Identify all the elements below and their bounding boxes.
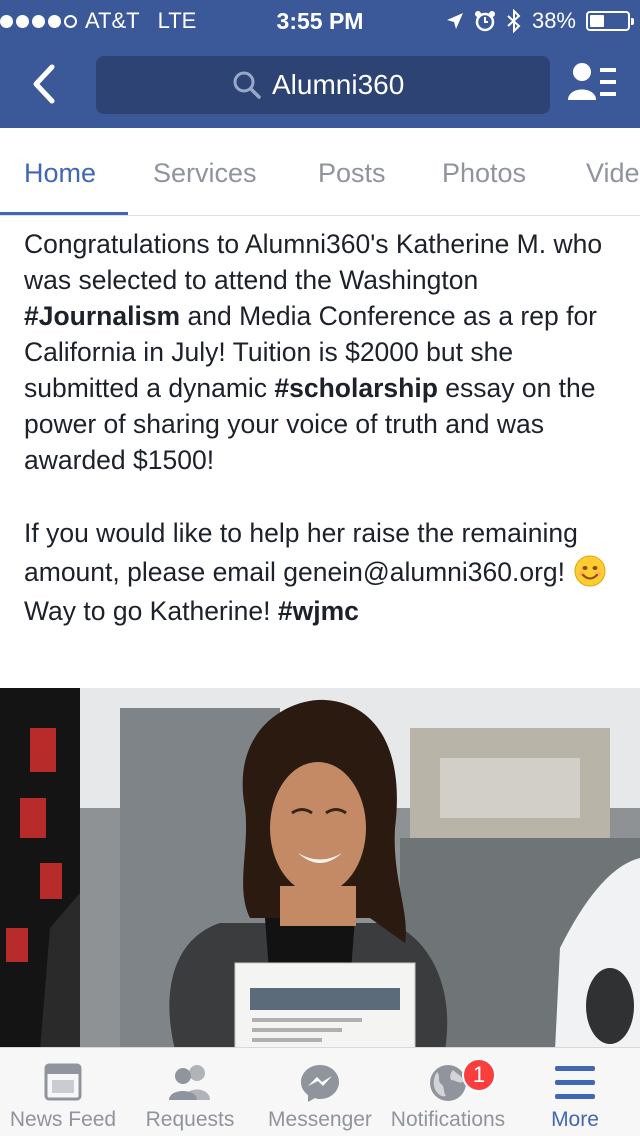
notifications-badge: 1 (462, 1058, 496, 1092)
messenger-icon (301, 1065, 339, 1102)
bottom-tab-bar: News Feed Requests Messenger 1 Notificat… (0, 1047, 640, 1136)
tab-home[interactable]: Home (24, 158, 96, 189)
more-label: More (551, 1108, 599, 1131)
nav-bar: Alumni360 (0, 40, 640, 128)
search-bar[interactable]: Alumni360 (96, 56, 550, 114)
post-text-segment: Congratulations to Alumni360's Katherine… (24, 229, 603, 295)
app-header: AT&T LTE 3:55 PM 38% Alumni360 (0, 0, 640, 128)
tab-posts[interactable]: Posts (318, 158, 386, 189)
page-tabs: Home Services Posts Photos Vide (0, 128, 640, 216)
profile-list-button[interactable] (566, 60, 618, 106)
news-feed-tab[interactable]: News Feed (0, 1048, 126, 1136)
search-icon (233, 71, 261, 99)
battery-icon (586, 11, 634, 31)
more-tab[interactable]: More (510, 1048, 640, 1136)
messenger-tab[interactable]: Messenger (254, 1048, 386, 1136)
friend-requests-icon (169, 1065, 210, 1100)
tab-photos[interactable]: Photos (442, 158, 526, 189)
post-text-segment: Way to go Katherine! (24, 596, 278, 626)
messenger-label: Messenger (268, 1108, 372, 1131)
profile-list-icon (568, 63, 616, 100)
location-arrow-icon (446, 13, 463, 29)
tab-services[interactable]: Services (153, 158, 257, 189)
post-text: Congratulations to Alumni360's Katherine… (24, 226, 624, 631)
back-button[interactable] (22, 62, 66, 106)
battery-percent: 38% (531, 8, 576, 33)
requests-label: Requests (145, 1108, 235, 1131)
tab-videos[interactable]: Vide (586, 158, 640, 189)
smiling-face-emoji (574, 555, 606, 587)
news-feed-icon (44, 1063, 82, 1101)
chevron-left-icon (33, 64, 55, 104)
requests-tab[interactable]: Requests (126, 1048, 254, 1136)
post-text-segment: If you would like to help her raise the … (24, 518, 578, 587)
status-bar: AT&T LTE 3:55 PM 38% (0, 0, 640, 40)
notifications-tab[interactable]: 1 Notifications (386, 1048, 510, 1136)
bluetooth-icon (507, 9, 521, 33)
notifications-label: Notifications (390, 1108, 506, 1131)
active-tab-indicator (0, 212, 128, 215)
post-paragraph-2: If you would like to help her raise the … (24, 514, 624, 631)
hashtag-journalism[interactable]: #Journalism (24, 301, 180, 331)
news-feed-label: News Feed (9, 1108, 117, 1131)
hashtag-scholarship[interactable]: #scholarship (274, 373, 437, 403)
search-input[interactable]: Alumni360 (272, 69, 404, 101)
post-photo[interactable] (0, 688, 640, 1050)
photo-image (0, 688, 640, 1050)
post-paragraph-1: Congratulations to Alumni360's Katherine… (24, 226, 624, 478)
hashtag-wjmc[interactable]: #wjmc (278, 596, 359, 626)
alarm-clock-icon (474, 11, 495, 32)
menu-icon (555, 1066, 595, 1099)
